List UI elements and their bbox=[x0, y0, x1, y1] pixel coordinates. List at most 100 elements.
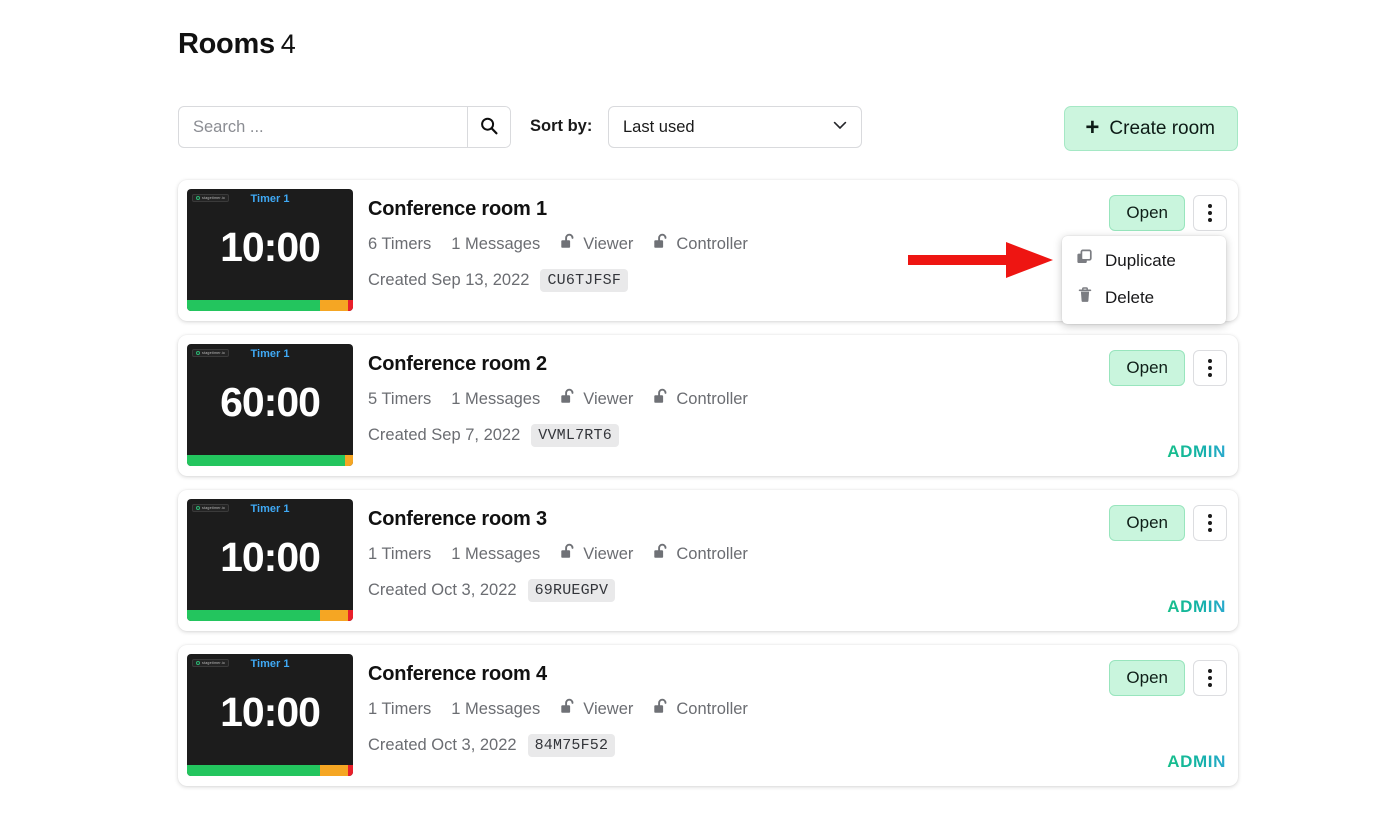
viewer-label: Viewer bbox=[583, 699, 634, 718]
plus-icon: + bbox=[1085, 113, 1100, 141]
viewer-label: Viewer bbox=[583, 234, 634, 253]
room-menu-button[interactable] bbox=[1193, 350, 1227, 386]
room-created: Created Oct 3, 2022 69RUEGPV bbox=[368, 579, 1038, 602]
toolbar: Sort by: Last used + Create room bbox=[178, 106, 1238, 151]
unlock-icon bbox=[653, 388, 671, 410]
controller-access: Controller bbox=[653, 698, 748, 720]
room-info: Conference room 3 1 Timers 1 Messages Viewe… bbox=[368, 508, 1038, 602]
kebab-menu-icon bbox=[1208, 211, 1212, 215]
controller-access: Controller bbox=[653, 543, 748, 565]
progress-segment-green bbox=[187, 765, 320, 776]
admin-badge: ADMIN bbox=[1167, 752, 1226, 771]
progress-segment-orange bbox=[319, 300, 349, 311]
timer-count: 5 Timers bbox=[368, 389, 432, 408]
room-menu-button[interactable] bbox=[1193, 505, 1227, 541]
kebab-menu-icon bbox=[1208, 683, 1212, 687]
room-menu-button[interactable] bbox=[1193, 660, 1227, 696]
viewer-access: Viewer bbox=[560, 698, 633, 720]
room-card[interactable]: stagetimer.io Timer 1 10:00 Conference room… bbox=[178, 490, 1238, 631]
thumbnail-progress-bar bbox=[187, 765, 353, 776]
room-card[interactable]: stagetimer.io Timer 1 10:00 Conference room… bbox=[178, 645, 1238, 786]
controller-label: Controller bbox=[676, 389, 748, 408]
progress-segment-green bbox=[187, 610, 320, 621]
thumbnail-progress-bar bbox=[187, 455, 353, 466]
create-room-label: Create room bbox=[1109, 117, 1215, 139]
kebab-menu-icon bbox=[1208, 521, 1212, 525]
room-code: VVML7RT6 bbox=[531, 424, 619, 447]
room-actions: Open bbox=[1109, 505, 1227, 541]
progress-segment-orange bbox=[344, 455, 353, 466]
kebab-menu-icon bbox=[1208, 359, 1212, 363]
open-room-button[interactable]: Open bbox=[1109, 505, 1185, 541]
room-actions: Open bbox=[1109, 350, 1227, 386]
thumbnail-screen: stagetimer.io Timer 1 10:00 bbox=[187, 654, 353, 765]
search-button[interactable] bbox=[467, 107, 510, 147]
thumbnail-screen: stagetimer.io Timer 1 60:00 bbox=[187, 344, 353, 455]
room-meta: 1 Timers 1 Messages Viewer Controller bbox=[368, 543, 1038, 565]
sort-by-label: Sort by: bbox=[530, 117, 593, 135]
room-created: Created Sep 7, 2022 VVML7RT6 bbox=[368, 424, 1038, 447]
room-created: Created Sep 13, 2022 CU6TJFSF bbox=[368, 269, 1038, 292]
progress-segment-orange bbox=[319, 610, 349, 621]
kebab-menu-icon bbox=[1208, 204, 1212, 208]
controller-label: Controller bbox=[676, 544, 748, 563]
admin-badge: ADMIN bbox=[1167, 442, 1226, 461]
room-name: Conference room 3 bbox=[368, 508, 547, 530]
menu-item-delete[interactable]: Delete bbox=[1062, 279, 1226, 316]
room-name: Conference room 4 bbox=[368, 663, 547, 685]
room-card[interactable]: stagetimer.io Timer 1 60:00 Conference room… bbox=[178, 335, 1238, 476]
progress-segment-green bbox=[187, 300, 320, 311]
kebab-menu-icon bbox=[1208, 514, 1212, 518]
search-icon bbox=[479, 116, 499, 139]
progress-segment-orange bbox=[319, 765, 349, 776]
room-thumbnail: stagetimer.io Timer 1 10:00 bbox=[187, 654, 353, 776]
open-room-button[interactable]: Open bbox=[1109, 350, 1185, 386]
timer-count: 6 Timers bbox=[368, 234, 432, 253]
unlock-icon bbox=[560, 698, 578, 720]
progress-segment-red bbox=[348, 765, 353, 776]
thumbnail-timer-name: Timer 1 bbox=[250, 348, 290, 360]
controller-label: Controller bbox=[676, 234, 748, 253]
viewer-access: Viewer bbox=[560, 233, 633, 255]
room-thumbnail: stagetimer.io Timer 1 60:00 bbox=[187, 344, 353, 466]
message-count: 1 Messages bbox=[451, 544, 541, 563]
progress-segment-red bbox=[348, 300, 353, 311]
admin-badge: ADMIN bbox=[1167, 597, 1226, 616]
message-count: 1 Messages bbox=[451, 389, 541, 408]
unlock-icon bbox=[653, 698, 671, 720]
thumbnail-time: 10:00 bbox=[220, 534, 321, 580]
open-room-button[interactable]: Open bbox=[1109, 660, 1185, 696]
room-code: 84M75F52 bbox=[527, 734, 616, 757]
message-count: 1 Messages bbox=[451, 234, 541, 253]
room-info: Conference room 4 1 Timers 1 Messages Viewe… bbox=[368, 663, 1038, 757]
room-meta: 6 Timers 1 Messages Viewer Controller bbox=[368, 233, 1038, 255]
controller-access: Controller bbox=[653, 388, 748, 410]
unlock-icon bbox=[560, 388, 578, 410]
create-room-button[interactable]: + Create room bbox=[1064, 106, 1238, 151]
viewer-label: Viewer bbox=[583, 544, 634, 563]
thumbnail-screen: stagetimer.io Timer 1 10:00 bbox=[187, 189, 353, 300]
timer-count: 1 Timers bbox=[368, 699, 432, 718]
kebab-menu-icon bbox=[1208, 676, 1212, 680]
room-thumbnail: stagetimer.io Timer 1 10:00 bbox=[187, 499, 353, 621]
kebab-menu-icon bbox=[1208, 218, 1212, 222]
thumbnail-time: 10:00 bbox=[220, 689, 321, 735]
created-date: Created Oct 3, 2022 bbox=[368, 736, 517, 754]
controller-label: Controller bbox=[676, 699, 748, 718]
room-actions: Open bbox=[1109, 660, 1227, 696]
menu-item-duplicate[interactable]: Duplicate bbox=[1062, 242, 1226, 279]
thumbnail-timer-name: Timer 1 bbox=[250, 503, 290, 515]
page-title-text: Rooms bbox=[178, 28, 275, 60]
room-code: 69RUEGPV bbox=[527, 579, 616, 602]
open-room-button[interactable]: Open bbox=[1109, 195, 1185, 231]
sort-select[interactable]: Last used bbox=[608, 106, 862, 148]
chevron-down-icon bbox=[831, 116, 849, 139]
progress-segment-red bbox=[348, 610, 353, 621]
room-menu-button[interactable] bbox=[1193, 195, 1227, 231]
message-count: 1 Messages bbox=[451, 699, 541, 718]
unlock-icon bbox=[560, 233, 578, 255]
created-date: Created Sep 13, 2022 bbox=[368, 271, 530, 289]
search-input[interactable] bbox=[179, 107, 467, 147]
page-title: Rooms 4 bbox=[178, 28, 296, 61]
kebab-menu-icon bbox=[1208, 366, 1212, 370]
